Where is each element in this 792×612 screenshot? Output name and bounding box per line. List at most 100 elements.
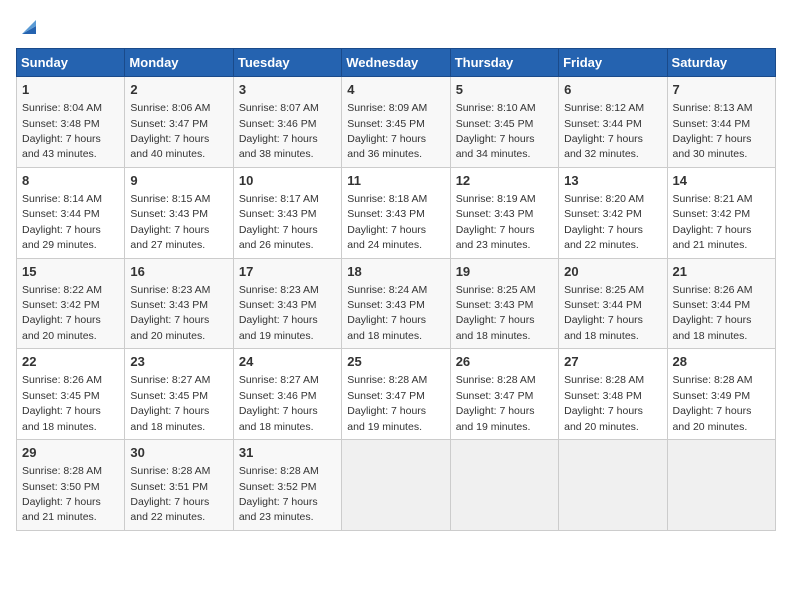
calendar-cell: 5Sunrise: 8:10 AM Sunset: 3:45 PM Daylig… (450, 77, 558, 168)
day-number: 15 (22, 263, 119, 281)
calendar-week-row: 22 Sunrise: 8:26 AM Sunset: 3:45 PM Dayli… (17, 349, 776, 440)
day-info: Sunrise: 8:19 AM Sunset: 3:43 PM Dayligh… (456, 193, 536, 251)
day-number: 2 (130, 81, 227, 99)
calendar-cell: 21 Sunrise: 8:26 AM Sunset: 3:44 PM Dayli… (667, 258, 775, 349)
day-number: 18 (347, 263, 444, 281)
calendar-cell: 4 Sunrise: 8:09 AM Sunset: 3:45 PM Daylig… (342, 77, 450, 168)
day-number: 25 (347, 353, 444, 371)
day-of-week-header: Thursday (450, 49, 558, 77)
day-info: Sunrise: 8:10 AM Sunset: 3:45 PM Dayligh… (456, 102, 536, 160)
day-info: Sunrise: 8:23 AM Sunset: 3:43 PM Dayligh… (130, 284, 210, 342)
day-info: Sunrise: 8:28 AM Sunset: 3:52 PM Dayligh… (239, 465, 319, 523)
day-info: Sunrise: 8:28 AM Sunset: 3:47 PM Dayligh… (347, 374, 427, 432)
day-info: Sunrise: 8:25 AM Sunset: 3:44 PM Dayligh… (564, 284, 644, 342)
day-info: Sunrise: 8:24 AM Sunset: 3:43 PM Dayligh… (347, 284, 427, 342)
calendar-cell: 27Sunrise: 8:28 AM Sunset: 3:48 PM Dayli… (559, 349, 667, 440)
calendar-cell: 23Sunrise: 8:27 AM Sunset: 3:45 PM Dayli… (125, 349, 233, 440)
day-number: 21 (673, 263, 770, 281)
day-info: Sunrise: 8:20 AM Sunset: 3:42 PM Dayligh… (564, 193, 644, 251)
day-of-week-header: Saturday (667, 49, 775, 77)
calendar-week-row: 15 Sunrise: 8:22 AM Sunset: 3:42 PM Dayli… (17, 258, 776, 349)
day-info: Sunrise: 8:12 AM Sunset: 3:44 PM Dayligh… (564, 102, 644, 160)
day-info: Sunrise: 8:27 AM Sunset: 3:46 PM Dayligh… (239, 374, 319, 432)
calendar-cell: 30 Sunrise: 8:28 AM Sunset: 3:51 PM Dayli… (125, 440, 233, 531)
day-info: Sunrise: 8:23 AM Sunset: 3:43 PM Dayligh… (239, 284, 319, 342)
calendar-cell: 9 Sunrise: 8:15 AM Sunset: 3:43 PM Daylig… (125, 167, 233, 258)
calendar-cell: 22 Sunrise: 8:26 AM Sunset: 3:45 PM Dayli… (17, 349, 125, 440)
day-of-week-header: Sunday (17, 49, 125, 77)
day-info: Sunrise: 8:28 AM Sunset: 3:50 PM Dayligh… (22, 465, 102, 523)
day-info: Sunrise: 8:28 AM Sunset: 3:51 PM Dayligh… (130, 465, 210, 523)
day-of-week-header: Tuesday (233, 49, 341, 77)
calendar-cell: 10 Sunrise: 8:17 AM Sunset: 3:43 PM Dayli… (233, 167, 341, 258)
calendar-cell: 11 Sunrise: 8:18 AM Sunset: 3:43 PM Dayli… (342, 167, 450, 258)
day-of-week-header: Monday (125, 49, 233, 77)
day-number: 26 (456, 353, 553, 371)
day-number: 16 (130, 263, 227, 281)
day-number: 11 (347, 172, 444, 190)
calendar-cell (342, 440, 450, 531)
day-of-week-header: Wednesday (342, 49, 450, 77)
day-info: Sunrise: 8:13 AM Sunset: 3:44 PM Dayligh… (673, 102, 753, 160)
calendar-cell: 18 Sunrise: 8:24 AM Sunset: 3:43 PM Dayli… (342, 258, 450, 349)
calendar-week-row: 8 Sunrise: 8:14 AM Sunset: 3:44 PM Daylig… (17, 167, 776, 258)
day-number: 31 (239, 444, 336, 462)
day-info: Sunrise: 8:28 AM Sunset: 3:47 PM Dayligh… (456, 374, 536, 432)
day-number: 29 (22, 444, 119, 462)
calendar-cell: 3Sunrise: 8:07 AM Sunset: 3:46 PM Daylig… (233, 77, 341, 168)
calendar-cell: 13 Sunrise: 8:20 AM Sunset: 3:42 PM Dayli… (559, 167, 667, 258)
day-number: 4 (347, 81, 444, 99)
day-number: 8 (22, 172, 119, 190)
day-number: 1 (22, 81, 119, 99)
calendar-cell: 8 Sunrise: 8:14 AM Sunset: 3:44 PM Daylig… (17, 167, 125, 258)
day-info: Sunrise: 8:04 AM Sunset: 3:48 PM Dayligh… (22, 102, 102, 160)
day-info: Sunrise: 8:07 AM Sunset: 3:46 PM Dayligh… (239, 102, 319, 160)
day-number: 23 (130, 353, 227, 371)
day-number: 19 (456, 263, 553, 281)
day-info: Sunrise: 8:28 AM Sunset: 3:49 PM Dayligh… (673, 374, 753, 432)
logo-icon (18, 16, 40, 38)
calendar-cell: 15 Sunrise: 8:22 AM Sunset: 3:42 PM Dayli… (17, 258, 125, 349)
day-number: 20 (564, 263, 661, 281)
day-number: 10 (239, 172, 336, 190)
day-number: 17 (239, 263, 336, 281)
page-header (16, 16, 776, 38)
calendar-cell: 12Sunrise: 8:19 AM Sunset: 3:43 PM Dayli… (450, 167, 558, 258)
day-info: Sunrise: 8:14 AM Sunset: 3:44 PM Dayligh… (22, 193, 102, 251)
day-number: 6 (564, 81, 661, 99)
day-number: 27 (564, 353, 661, 371)
day-info: Sunrise: 8:22 AM Sunset: 3:42 PM Dayligh… (22, 284, 102, 342)
calendar-cell: 20 Sunrise: 8:25 AM Sunset: 3:44 PM Dayli… (559, 258, 667, 349)
day-number: 28 (673, 353, 770, 371)
day-info: Sunrise: 8:17 AM Sunset: 3:43 PM Dayligh… (239, 193, 319, 251)
day-info: Sunrise: 8:18 AM Sunset: 3:43 PM Dayligh… (347, 193, 427, 251)
day-number: 14 (673, 172, 770, 190)
day-number: 9 (130, 172, 227, 190)
calendar-cell: 25 Sunrise: 8:28 AM Sunset: 3:47 PM Dayli… (342, 349, 450, 440)
calendar-cell: 29 Sunrise: 8:28 AM Sunset: 3:50 PM Dayli… (17, 440, 125, 531)
day-number: 24 (239, 353, 336, 371)
day-info: Sunrise: 8:25 AM Sunset: 3:43 PM Dayligh… (456, 284, 536, 342)
day-info: Sunrise: 8:26 AM Sunset: 3:45 PM Dayligh… (22, 374, 102, 432)
calendar-week-row: 29 Sunrise: 8:28 AM Sunset: 3:50 PM Dayli… (17, 440, 776, 531)
calendar-cell (450, 440, 558, 531)
calendar-table: SundayMondayTuesdayWednesdayThursdayFrid… (16, 48, 776, 531)
day-info: Sunrise: 8:26 AM Sunset: 3:44 PM Dayligh… (673, 284, 753, 342)
calendar-cell: 26 Sunrise: 8:28 AM Sunset: 3:47 PM Dayli… (450, 349, 558, 440)
day-number: 13 (564, 172, 661, 190)
calendar-cell: 31 Sunrise: 8:28 AM Sunset: 3:52 PM Dayli… (233, 440, 341, 531)
day-info: Sunrise: 8:09 AM Sunset: 3:45 PM Dayligh… (347, 102, 427, 160)
day-info: Sunrise: 8:15 AM Sunset: 3:43 PM Dayligh… (130, 193, 210, 251)
calendar-cell: 16 Sunrise: 8:23 AM Sunset: 3:43 PM Dayli… (125, 258, 233, 349)
days-of-week-row: SundayMondayTuesdayWednesdayThursdayFrid… (17, 49, 776, 77)
calendar-week-row: 1 Sunrise: 8:04 AM Sunset: 3:48 PM Daylig… (17, 77, 776, 168)
calendar-body: 1 Sunrise: 8:04 AM Sunset: 3:48 PM Daylig… (17, 77, 776, 531)
calendar-cell: 28 Sunrise: 8:28 AM Sunset: 3:49 PM Dayli… (667, 349, 775, 440)
day-info: Sunrise: 8:21 AM Sunset: 3:42 PM Dayligh… (673, 193, 753, 251)
calendar-cell: 1 Sunrise: 8:04 AM Sunset: 3:48 PM Daylig… (17, 77, 125, 168)
calendar-cell: 7Sunrise: 8:13 AM Sunset: 3:44 PM Daylig… (667, 77, 775, 168)
day-number: 30 (130, 444, 227, 462)
day-of-week-header: Friday (559, 49, 667, 77)
calendar-cell (559, 440, 667, 531)
day-number: 22 (22, 353, 119, 371)
